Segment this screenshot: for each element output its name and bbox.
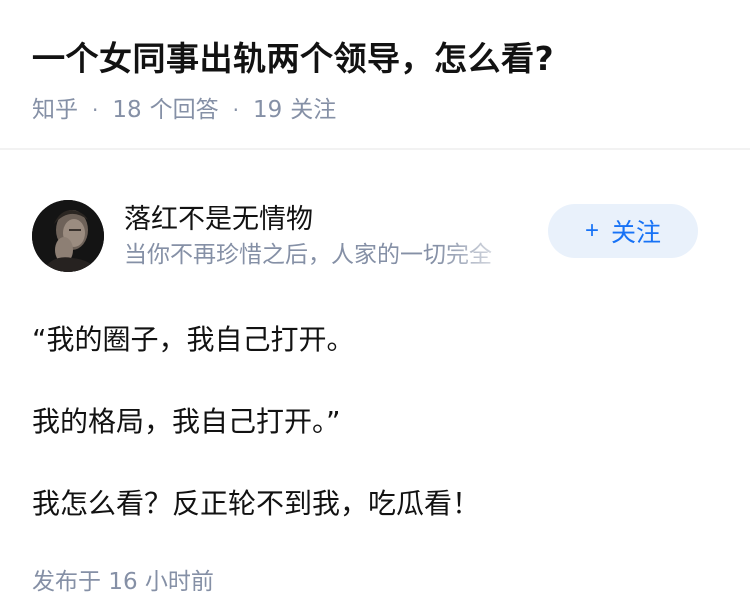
- answers-label: 个回答: [149, 97, 219, 123]
- followers-label: 关注: [290, 97, 337, 123]
- plus-icon: +: [584, 217, 599, 244]
- author-name[interactable]: 落红不是无情物: [124, 201, 514, 239]
- answers-count-link[interactable]: 18 个回答: [112, 94, 218, 126]
- question-title[interactable]: 一个女同事出轨两个领导，怎么看?: [32, 36, 718, 82]
- meta-separator: ·: [232, 98, 239, 122]
- avatar-image: [32, 200, 104, 272]
- answer-paragraph: 我的格局，我自己打开。”: [32, 405, 341, 438]
- question-header: 一个女同事出轨两个领导，怎么看? 知乎 · 18 个回答 · 19 关注: [0, 0, 750, 150]
- answer-footer[interactable]: 发布于 16 小时前: [32, 566, 718, 598]
- author-row: 落红不是无情物 当你不再珍惜之后，人家的一切完全 + 关注: [32, 180, 718, 292]
- author-bio: 当你不再珍惜之后，人家的一切完全: [124, 242, 492, 268]
- author-info: 落红不是无情物 当你不再珍惜之后，人家的一切完全: [124, 201, 514, 271]
- avatar[interactable]: [32, 200, 104, 272]
- published-time: 16 小时前: [108, 569, 214, 595]
- meta-separator: ·: [92, 98, 99, 122]
- followers-count-link[interactable]: 19 关注: [253, 94, 336, 126]
- published-label: 发布于: [32, 569, 101, 595]
- source-label[interactable]: 知乎: [32, 94, 78, 126]
- follow-button[interactable]: + 关注: [548, 204, 698, 258]
- answer-content: “我的圈子，我自己打开。 我的格局，我自己打开。” 我怎么看？反正轮不到我，吃瓜…: [32, 320, 718, 524]
- followers-count: 19: [253, 97, 283, 123]
- follow-label: 关注: [611, 219, 662, 247]
- question-meta: 知乎 · 18 个回答 · 19 关注: [32, 94, 718, 126]
- page: 一个女同事出轨两个领导，怎么看? 知乎 · 18 个回答 · 19 关注 落红不…: [0, 0, 750, 606]
- answer-card: 落红不是无情物 当你不再珍惜之后，人家的一切完全 + 关注 “我的圈子，我自己打…: [0, 180, 750, 598]
- answers-count: 18: [112, 97, 142, 123]
- answer-paragraph: 我怎么看？反正轮不到我，吃瓜看！: [32, 487, 481, 520]
- answer-paragraph: “我的圈子，我自己打开。: [32, 323, 355, 356]
